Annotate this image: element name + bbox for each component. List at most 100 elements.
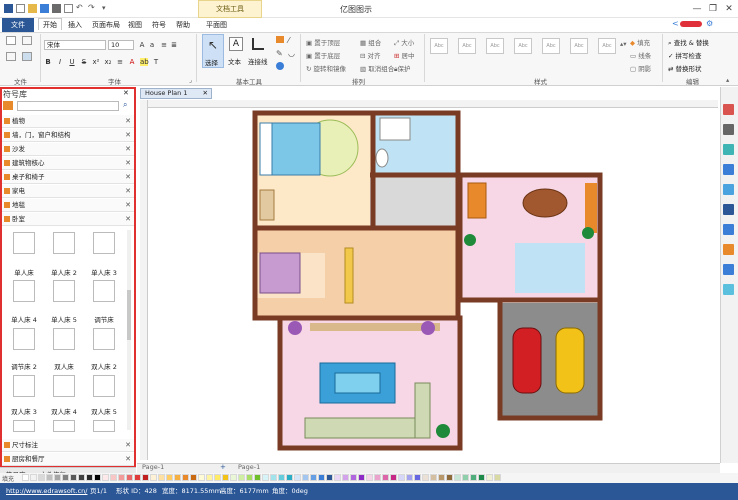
library-menu-icon[interactable] — [3, 101, 13, 110]
color-swatch[interactable] — [406, 474, 413, 481]
color-swatch[interactable] — [262, 474, 269, 481]
fill-button[interactable]: ◆ 填充 — [630, 37, 650, 47]
color-swatch[interactable] — [446, 474, 453, 481]
color-swatch[interactable] — [86, 474, 93, 481]
category-rugs[interactable]: 地毯 ✕ — [2, 199, 134, 212]
color-swatch[interactable] — [150, 474, 157, 481]
minimize-button[interactable]: — — [690, 2, 704, 16]
symbol-bed-partial[interactable] — [53, 420, 75, 432]
page-label[interactable]: Page-1 — [238, 463, 260, 471]
style-scroll-icon[interactable]: ▴▾ — [620, 40, 627, 48]
rotate-button[interactable]: ↻ 旋转和镜像 — [306, 63, 346, 73]
website-link[interactable]: http://www.edrawsoft.cn/ — [6, 483, 87, 500]
bring-front-button[interactable]: ▣ 置于顶层 — [306, 37, 340, 47]
color-swatch[interactable] — [422, 474, 429, 481]
symbol-adjustable-bed-2[interactable] — [13, 328, 35, 350]
symbol-single-bed-5[interactable] — [53, 280, 75, 302]
category-tables-chairs[interactable]: 桌子和椅子 ✕ — [2, 171, 134, 184]
restore-button[interactable]: ❐ — [706, 2, 720, 16]
category-plants[interactable]: 植物 ✕ — [2, 115, 134, 128]
copy-icon[interactable] — [22, 36, 32, 45]
color-swatch[interactable] — [350, 474, 357, 481]
color-swatch[interactable] — [494, 474, 501, 481]
color-swatch[interactable] — [486, 474, 493, 481]
select-tool-button[interactable]: ↖ 选择 — [202, 34, 224, 68]
symbol-single-bed[interactable] — [13, 232, 35, 254]
symbol-single-bed-4[interactable] — [13, 280, 35, 302]
print-icon[interactable] — [52, 4, 61, 13]
color-swatch[interactable] — [278, 474, 285, 481]
color-swatch[interactable] — [334, 474, 341, 481]
attachment-icon[interactable] — [723, 244, 734, 255]
category-sofas[interactable]: 沙发 ✕ — [2, 143, 134, 156]
menu-help[interactable]: 帮助 — [172, 19, 194, 31]
symbol-single-bed-2[interactable] — [53, 232, 75, 254]
color-swatch[interactable] — [310, 474, 317, 481]
replace-shape-button[interactable]: ⇄ 替换形状 — [668, 63, 702, 73]
font-family-select[interactable]: 宋体 — [44, 40, 106, 50]
undo-icon[interactable]: ↶ — [76, 4, 85, 13]
find-replace-button[interactable]: ⌕ 查找 & 替换 — [668, 37, 709, 48]
symbol-search-input[interactable] — [17, 101, 119, 111]
new-file-icon[interactable] — [16, 4, 25, 13]
category-kitchen-dining[interactable]: 厨房和餐厅 ✕ — [2, 453, 134, 466]
category-appliances[interactable]: 家电 ✕ — [2, 185, 134, 198]
style-preset-4[interactable]: Abc — [514, 38, 532, 54]
collapse-ribbon-icon[interactable]: ▴ — [726, 76, 729, 84]
bullet-list-icon[interactable]: ≡ — [160, 41, 168, 49]
color-swatch[interactable] — [126, 474, 133, 481]
color-swatch[interactable] — [182, 474, 189, 481]
settings-icon[interactable]: ⚙ — [706, 19, 713, 28]
format-icon[interactable] — [723, 104, 734, 115]
color-swatch[interactable] — [366, 474, 373, 481]
redo-icon[interactable]: ↷ — [88, 4, 97, 13]
ungroup-button[interactable]: ▧ 取消组合 — [360, 63, 394, 73]
color-swatch[interactable] — [462, 474, 469, 481]
category-building-core[interactable]: 建筑物核心 ✕ — [2, 157, 134, 170]
menu-file[interactable]: 文件 — [2, 18, 34, 32]
color-swatch[interactable] — [326, 474, 333, 481]
page-tab-1[interactable]: Page-1 — [142, 463, 164, 471]
color-swatch[interactable] — [118, 474, 125, 481]
grow-font-icon[interactable]: A — [138, 41, 146, 49]
library-scroll-thumb[interactable] — [127, 290, 131, 340]
color-swatch[interactable] — [134, 474, 141, 481]
underline-icon[interactable]: U — [68, 58, 76, 66]
color-swatch[interactable] — [478, 474, 485, 481]
comment-icon[interactable] — [723, 264, 734, 275]
close-category-icon[interactable]: ✕ — [125, 129, 131, 141]
color-swatch[interactable] — [318, 474, 325, 481]
color-swatch[interactable] — [270, 474, 277, 481]
layers-icon[interactable] — [723, 164, 734, 175]
color-swatch[interactable] — [222, 474, 229, 481]
close-button[interactable]: ✕ — [722, 2, 736, 16]
align-left-icon[interactable]: ≡ — [116, 58, 124, 66]
symbol-bed-partial[interactable] — [93, 420, 115, 432]
color-swatch[interactable] — [54, 474, 61, 481]
category-walls-doors-windows[interactable]: 墙，门，窗户和结构 ✕ — [2, 129, 134, 142]
color-swatch[interactable] — [110, 474, 117, 481]
hyperlink-icon[interactable] — [723, 224, 734, 235]
send-back-button[interactable]: ▣ 置于底层 — [306, 50, 340, 60]
save-icon[interactable] — [40, 4, 49, 13]
color-swatch[interactable] — [238, 474, 245, 481]
data-icon[interactable] — [723, 204, 734, 215]
style-preset-7[interactable]: Abc — [598, 38, 616, 54]
close-category-icon[interactable]: ✕ — [125, 199, 131, 211]
font-color-icon[interactable]: A — [128, 58, 136, 66]
house-floor-plan[interactable] — [220, 108, 610, 452]
symbol-single-bed-3[interactable] — [93, 232, 115, 254]
color-swatch[interactable] — [102, 474, 109, 481]
color-swatch[interactable] — [358, 474, 365, 481]
color-swatch[interactable] — [382, 474, 389, 481]
close-category-icon[interactable]: ✕ — [125, 143, 131, 155]
color-swatch[interactable] — [398, 474, 405, 481]
open-folder-icon[interactable] — [28, 4, 37, 13]
symbol-double-bed-2[interactable] — [93, 328, 115, 350]
shadow-button[interactable]: ▢ 阴影 — [630, 63, 651, 73]
rectangle-icon[interactable] — [276, 36, 284, 43]
search-icon[interactable]: ⌕ — [123, 100, 127, 110]
close-category-icon[interactable]: ✕ — [125, 115, 131, 127]
color-swatch[interactable] — [246, 474, 253, 481]
style-preset-3[interactable]: Abc — [486, 38, 504, 54]
